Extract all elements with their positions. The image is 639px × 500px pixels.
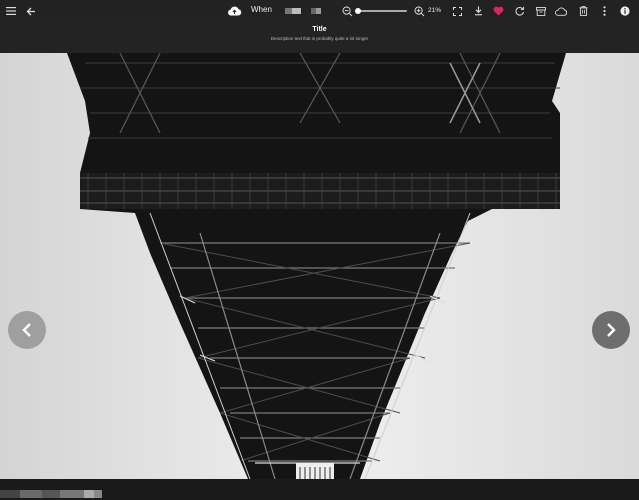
bottom-bar	[0, 479, 639, 500]
redacted-block	[60, 490, 84, 498]
download-icon[interactable]	[471, 4, 485, 18]
more-vertical-icon[interactable]	[597, 4, 611, 18]
next-photo-button[interactable]	[592, 311, 630, 349]
trash-icon[interactable]	[576, 4, 590, 18]
hamburger-menu-icon[interactable]	[4, 4, 18, 18]
zoom-in-icon[interactable]	[412, 4, 426, 18]
photo-header: Title Description text that is probably …	[0, 22, 639, 53]
bridge-underside-photo	[0, 53, 639, 479]
redacted-block	[84, 490, 94, 498]
redacted-block	[20, 490, 42, 498]
arrow-left-icon[interactable]	[24, 4, 38, 18]
date-redacted-block	[285, 8, 292, 14]
date-redacted-block	[292, 8, 301, 14]
previous-photo-button[interactable]	[8, 311, 46, 349]
cloud-upload-icon[interactable]	[226, 4, 242, 18]
zoom-out-icon[interactable]	[340, 4, 354, 18]
photo-description: Description text that is probably quite …	[270, 36, 369, 41]
archive-icon[interactable]	[534, 4, 548, 18]
photo-viewer[interactable]	[0, 53, 639, 479]
zoom-slider-knob[interactable]	[355, 8, 361, 14]
redacted-block	[94, 490, 102, 498]
cloud-off-icon[interactable]	[554, 4, 568, 18]
chevron-right-icon	[607, 323, 616, 337]
top-toolbar: When 21%	[0, 0, 639, 22]
rotate-icon[interactable]	[513, 4, 527, 18]
chevron-left-icon	[22, 323, 31, 337]
date-redacted-block	[316, 8, 321, 14]
zoom-slider[interactable]	[355, 8, 407, 14]
heart-icon[interactable]	[491, 4, 505, 18]
zoom-value: 21%	[428, 7, 442, 14]
redacted-block	[0, 490, 20, 498]
when-label[interactable]: When	[251, 5, 272, 14]
info-icon[interactable]	[618, 4, 632, 18]
redacted-block	[42, 490, 60, 498]
fullscreen-icon[interactable]	[450, 4, 464, 18]
photo-title: Title	[312, 26, 327, 33]
